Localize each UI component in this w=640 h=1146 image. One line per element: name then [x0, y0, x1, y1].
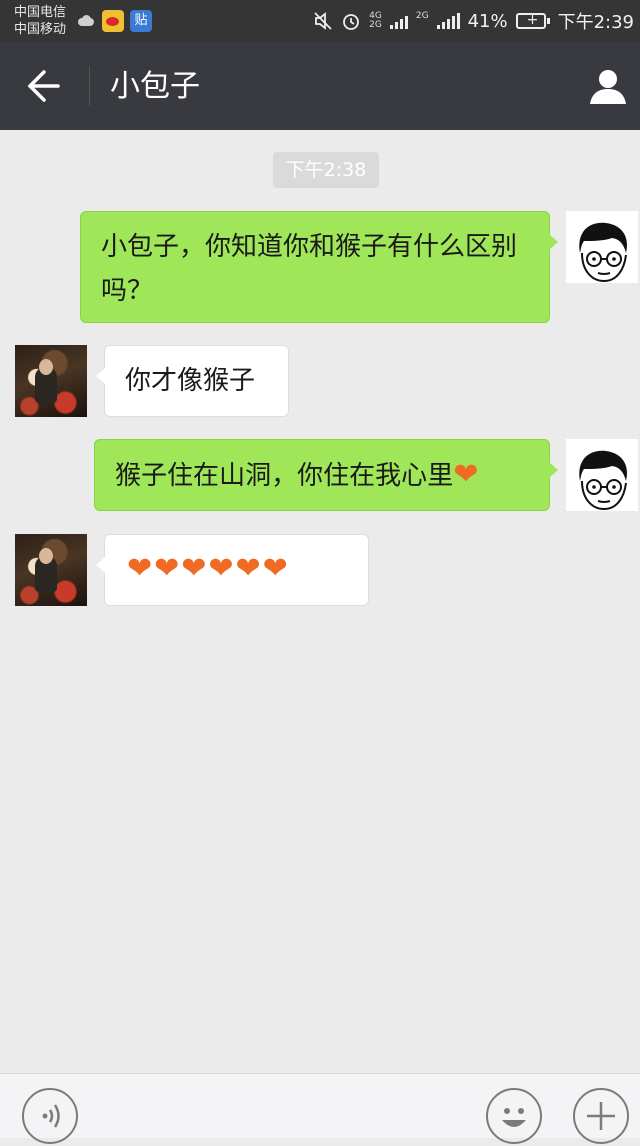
- chat-timestamp: 下午2:38: [273, 152, 379, 188]
- voice-icon: [42, 1104, 60, 1128]
- back-arrow-icon: [28, 70, 60, 102]
- carrier-2: 中国移动: [14, 22, 67, 37]
- friend-avatar[interactable]: [15, 345, 87, 417]
- message-bubble-outgoing[interactable]: 猴子住在山洞，你住在我心里❤: [94, 439, 558, 511]
- back-button[interactable]: [20, 66, 66, 106]
- message-bubble-incoming[interactable]: 你才像猴子: [96, 345, 289, 417]
- emoji-button[interactable]: [486, 1088, 542, 1144]
- cartoon-face-icon: [579, 222, 628, 283]
- alarm-icon: [343, 14, 360, 30]
- battery-icon: +: [515, 12, 550, 29]
- carrier-1: 中国电信: [14, 5, 67, 20]
- message-text: 小包子，你知道你和猴子有什么区别吗？: [101, 232, 518, 306]
- chat-header: 小包子: [0, 42, 640, 130]
- input-toolbar: [0, 1073, 640, 1144]
- voice-input-button[interactable]: [22, 1088, 78, 1144]
- my-avatar[interactable]: [566, 211, 638, 283]
- carrier-labels: 中国电信 中国移动: [14, 4, 66, 38]
- smiley-icon: [502, 1108, 526, 1127]
- message-bubble-outgoing[interactable]: 小包子，你知道你和猴子有什么区别吗？: [80, 211, 558, 323]
- my-avatar[interactable]: [566, 439, 638, 511]
- system-icons: 4G 2G 2G 41% + 下午2:39: [313, 0, 634, 42]
- message-text: 你才像猴子: [125, 366, 256, 396]
- network-type-2: 2G: [415, 11, 429, 21]
- signal-1-icon: [389, 13, 408, 29]
- cloud-icon: [76, 15, 96, 27]
- mute-icon: [314, 12, 332, 30]
- more-options-button[interactable]: [573, 1088, 629, 1144]
- battery-percent: 41%: [467, 10, 508, 32]
- message-text: 猴子住在山洞，你住在我心里❤: [115, 457, 479, 492]
- friend-avatar[interactable]: [15, 534, 87, 606]
- person-icon: [590, 70, 626, 104]
- heart-emoji-text: ❤❤❤❤❤❤: [127, 551, 290, 586]
- friend-photo-face: [39, 359, 53, 375]
- tieba-icon: 贴: [130, 10, 152, 32]
- chat-title: 小包子: [110, 69, 200, 104]
- status-bar: 中国电信 中国移动 贴 4G 2G 2G 41% + 下午2:39: [0, 0, 640, 42]
- plus-icon: [587, 1102, 615, 1130]
- weibo-icon: [102, 10, 124, 32]
- message-bubble-incoming[interactable]: ❤❤❤❤❤❤: [96, 534, 369, 606]
- cartoon-face-icon: [579, 450, 628, 511]
- heart-emoji: ❤: [453, 457, 479, 492]
- network-type-1: 4G 2G: [369, 12, 382, 30]
- notification-icons: 贴: [76, 10, 152, 32]
- friend-photo-face: [39, 548, 53, 564]
- network-2g-label: 2G: [369, 20, 382, 30]
- status-time: 下午2:39: [557, 12, 634, 33]
- header-divider: [89, 66, 90, 106]
- chat-info-button[interactable]: [588, 66, 628, 106]
- signal-2-icon: [436, 13, 460, 29]
